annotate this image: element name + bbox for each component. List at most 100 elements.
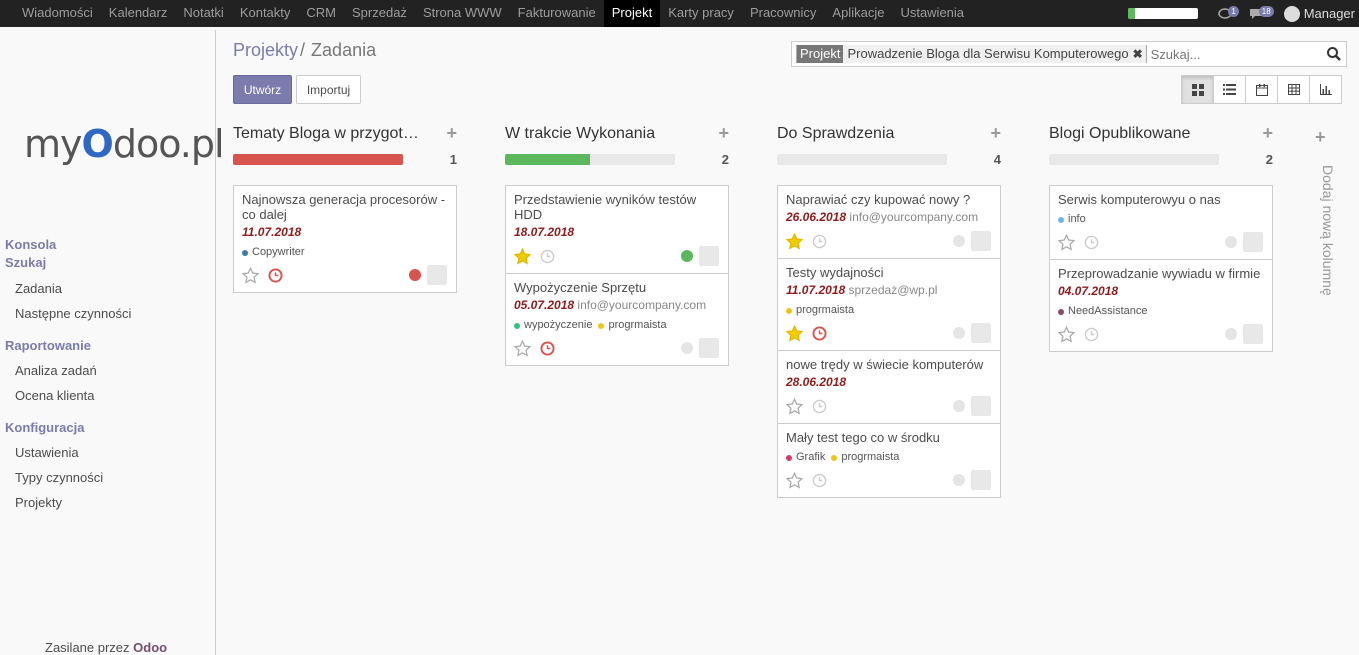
activity-clock-icon[interactable] xyxy=(540,340,555,356)
kanban-card[interactable]: Przedstawienie wyników testów HDD 18.07.2… xyxy=(506,186,728,274)
progress-track[interactable] xyxy=(1049,154,1219,165)
menu-item-kontakty[interactable]: Kontakty xyxy=(232,0,299,27)
kanban-state-indicator[interactable] xyxy=(681,342,693,354)
menu-item-crm[interactable]: CRM xyxy=(298,0,344,27)
search-icon[interactable] xyxy=(1326,46,1342,62)
progress-track[interactable] xyxy=(777,154,947,165)
pivot-view-button[interactable] xyxy=(1277,75,1310,104)
kanban-state-indicator[interactable] xyxy=(681,250,693,262)
activity-clock-icon[interactable] xyxy=(812,325,827,341)
create-button[interactable]: Utwórz xyxy=(233,75,292,104)
menu-item-strona-www[interactable]: Strona WWW xyxy=(415,0,510,27)
kanban-state-indicator[interactable] xyxy=(953,327,965,339)
menu-item-karty-pracy[interactable]: Karty pracy xyxy=(660,0,742,27)
kanban-card[interactable]: nowe trędy w świecie komputerów 28.06.201… xyxy=(778,351,1000,424)
sidebar-item-ocena-klienta[interactable]: Ocena klienta xyxy=(0,383,216,408)
facet-remove-icon[interactable]: ✖ xyxy=(1132,45,1146,63)
facet-value: Prowadzenie Bloga dla Serwisu Komputerow… xyxy=(843,45,1133,63)
activity-clock-icon[interactable] xyxy=(540,249,555,264)
sidebar-heading-szukaj[interactable]: Szukaj xyxy=(0,254,216,272)
breadcrumb-separator: / xyxy=(300,40,306,60)
star-outline-icon[interactable] xyxy=(1058,325,1075,343)
kanban-card[interactable]: Najnowsza generacja procesorów - co dale… xyxy=(234,186,456,292)
powered-by-link[interactable]: Odoo xyxy=(133,640,167,655)
activity-clock-icon[interactable] xyxy=(1084,235,1099,250)
menu-item-aplikacje[interactable]: Aplikacje xyxy=(824,0,892,27)
kanban-view-button[interactable] xyxy=(1181,75,1214,104)
star-outline-icon[interactable] xyxy=(242,266,259,284)
kanban-column-w-trakcie-wykonania: W trakcie Wykonania +2 Przedstawienie wyni… xyxy=(505,123,729,366)
sidebar-heading-konsola[interactable]: Konsola xyxy=(0,236,216,254)
menu-item-wiadomosci[interactable]: Wiadomości xyxy=(14,0,101,27)
menu-item-notatki[interactable]: Notatki xyxy=(175,0,231,27)
sidebar-item-nastepne-czynnosci[interactable]: Następne czynności xyxy=(0,301,216,326)
kanban-state-indicator[interactable] xyxy=(953,400,965,412)
kanban-state-indicator[interactable] xyxy=(1225,236,1237,248)
menu-item-fakturowanie[interactable]: Fakturowanie xyxy=(510,0,604,27)
chat-button[interactable]: 1 xyxy=(1218,6,1239,20)
user-menu[interactable]: Manager xyxy=(1283,5,1355,22)
progress-track[interactable] xyxy=(505,154,675,165)
activity-clock-icon[interactable] xyxy=(812,234,827,249)
activity-clock-icon[interactable] xyxy=(1084,327,1099,342)
add-column[interactable]: + Dodaj nową kolumnę xyxy=(1303,125,1339,315)
sidebar-item-analiza-zadan[interactable]: Analiza zadań xyxy=(0,358,216,383)
star-filled-icon[interactable] xyxy=(786,324,803,342)
quick-create-icon[interactable]: + xyxy=(990,123,1001,144)
kanban-card[interactable]: Serwis komputerowyu o nas info xyxy=(1050,186,1272,260)
graph-view-button[interactable] xyxy=(1309,75,1342,104)
kanban-card[interactable]: Wypożyczenie Sprzętu 05.07.2018 info@your… xyxy=(506,274,728,365)
sidebar-item-ustawienia[interactable]: Ustawienia xyxy=(0,440,216,465)
column-title[interactable]: W trakcie Wykonania xyxy=(505,125,695,143)
kanban-card[interactable]: Mały test tego co w środku Grafik progrmai… xyxy=(778,424,1000,497)
star-outline-icon[interactable] xyxy=(786,397,803,415)
messages-button[interactable]: 18 xyxy=(1249,6,1274,20)
sidebar-heading-raportowanie[interactable]: Raportowanie xyxy=(0,337,216,355)
card-right xyxy=(953,396,991,416)
import-button[interactable]: Importuj xyxy=(296,75,361,104)
kanban-card[interactable]: Naprawiać czy kupować nowy ? 26.06.2018 i… xyxy=(778,186,1000,259)
star-outline-icon[interactable] xyxy=(1058,233,1075,251)
activity-clock-icon[interactable] xyxy=(812,399,827,414)
sidebar-heading-konfiguracja[interactable]: Konfiguracja xyxy=(0,419,216,437)
star-filled-icon[interactable] xyxy=(514,247,531,265)
menu-item-ustawienia[interactable]: Ustawienia xyxy=(892,0,972,27)
list-view-button[interactable] xyxy=(1213,75,1246,104)
quick-create-icon[interactable]: + xyxy=(1262,123,1273,144)
column-title[interactable]: Blogi Opublikowane xyxy=(1049,125,1239,143)
add-column-label[interactable]: Dodaj nową kolumnę xyxy=(1320,165,1336,296)
breadcrumb-projects-link[interactable]: Projekty xyxy=(233,40,298,60)
company-logo[interactable]: myOdoo.pl xyxy=(24,122,225,166)
kanban-state-indicator[interactable] xyxy=(1225,328,1237,340)
menu-item-kalendarz[interactable]: Kalendarz xyxy=(101,0,176,27)
kanban-state-indicator[interactable] xyxy=(953,235,965,247)
calendar-view-button[interactable] xyxy=(1245,75,1278,104)
kanban-state-indicator[interactable] xyxy=(409,269,421,281)
search-facet: Projekt Prowadzenie Bloga dla Serwisu Ko… xyxy=(796,45,1147,63)
star-outline-icon[interactable] xyxy=(514,339,531,357)
search-bar[interactable]: Projekt Prowadzenie Bloga dla Serwisu Ko… xyxy=(791,41,1347,67)
menu-item-pracownicy[interactable]: Pracownicy xyxy=(742,0,824,27)
quick-create-icon[interactable]: + xyxy=(718,123,729,144)
sidebar-item-projekty[interactable]: Projekty xyxy=(0,490,216,515)
tag-color-dot xyxy=(514,322,520,329)
menu-item-sprzedaz[interactable]: Sprzedaż xyxy=(344,0,415,27)
column-title[interactable]: Tematy Bloga w przygotowaniu xyxy=(233,125,423,143)
quick-create-icon[interactable]: + xyxy=(446,123,457,144)
tag-wypozyczenie: wypożyczenie xyxy=(514,319,592,332)
activity-clock-icon[interactable] xyxy=(812,473,827,488)
star-filled-icon[interactable] xyxy=(786,232,803,250)
search-input[interactable] xyxy=(1150,46,1321,62)
kanban-state-indicator[interactable] xyxy=(953,474,965,486)
activity-clock-icon[interactable] xyxy=(268,267,283,283)
kanban-card[interactable]: Przeprowadzanie wywiadu w firmie 04.07.20… xyxy=(1050,260,1272,351)
progress-track[interactable] xyxy=(233,154,403,165)
menu-item-projekt[interactable]: Projekt xyxy=(603,0,661,27)
kanban-card[interactable]: Testy wydajności 11.07.2018 sprzedaż@wp.p… xyxy=(778,259,1000,351)
sidebar-item-zadania[interactable]: Zadania xyxy=(0,276,216,301)
star-outline-icon[interactable] xyxy=(786,471,803,489)
column-title[interactable]: Do Sprawdzenia xyxy=(777,125,967,143)
sidebar-item-typy-czynnosci[interactable]: Typy czynności xyxy=(0,465,216,490)
card-footer xyxy=(1058,232,1263,252)
add-column-icon[interactable]: + xyxy=(1315,127,1326,148)
